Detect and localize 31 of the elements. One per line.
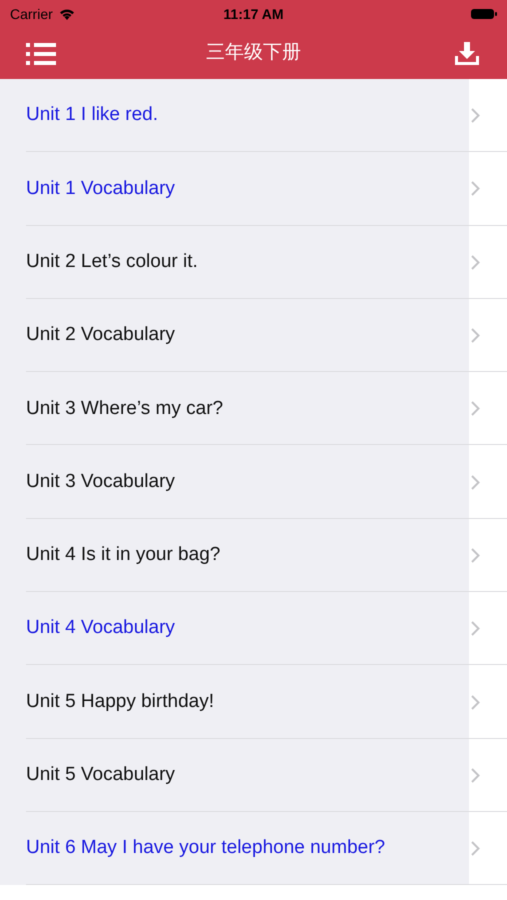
chevron-icon [471, 108, 480, 124]
wifi-icon [58, 8, 75, 20]
download-icon [454, 42, 480, 66]
nav-title: 三年级下册 [206, 41, 301, 66]
lesson-title: Unit 2 Let’s colour it. [26, 250, 198, 274]
chevron-icon [471, 621, 480, 636]
chevron-icon [471, 328, 480, 344]
lesson-title: Unit 6 May I have your telephone number? [26, 836, 386, 860]
chevron-icon [471, 768, 480, 783]
lesson-title: Unit 2 Vocabulary [26, 323, 175, 348]
chevron-icon [471, 181, 480, 196]
chevron-icon [471, 694, 480, 710]
lesson-title: Unit 5 Vocabulary [26, 763, 175, 788]
lesson-title: Unit 4 Vocabulary [26, 616, 175, 640]
chevron-icon [471, 474, 480, 490]
chevron-icon [471, 254, 480, 270]
lesson-title: Unit 3 Vocabulary [26, 470, 175, 494]
lesson-title: Unit 1 Vocabulary [26, 176, 175, 201]
chevron-icon [471, 841, 480, 856]
lesson-title: Unit 3 Where’s my car? [26, 396, 224, 421]
download-button[interactable] [453, 40, 481, 66]
lesson-title: Unit 5 Happy birthday! [26, 690, 214, 714]
menu-icon [26, 42, 56, 64]
clock-label: 11:17 AM [223, 4, 284, 24]
lesson-title: Unit 1 I like red. [26, 103, 158, 128]
menu-button[interactable] [26, 42, 56, 66]
chevron-icon [471, 401, 480, 416]
carrier-label: Carrier [10, 4, 53, 24]
chevron-icon [471, 548, 480, 563]
lesson-title: Unit 4 Is it in your bag? [26, 543, 220, 568]
battery-icon [471, 8, 497, 20]
